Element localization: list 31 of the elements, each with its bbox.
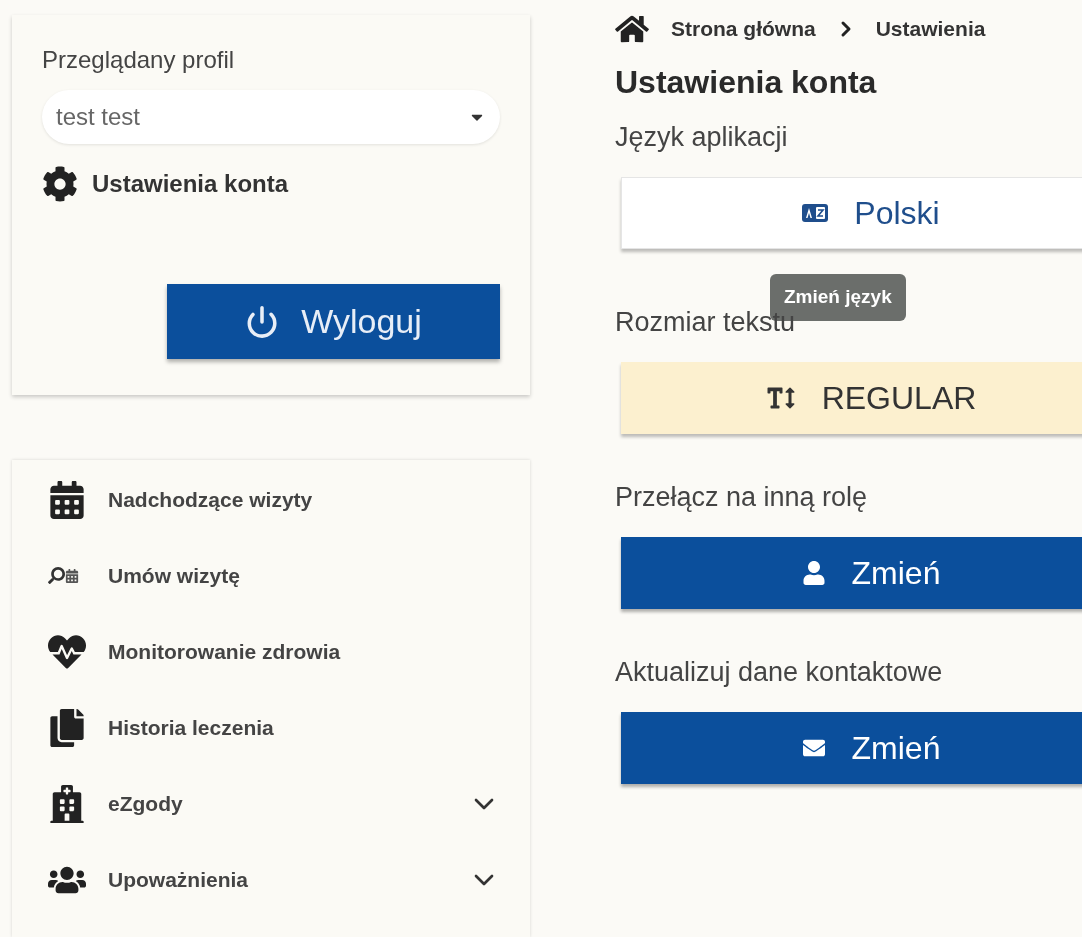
section-button[interactable]: Zmień: [621, 712, 1082, 784]
menu-item[interactable]: eZgody: [48, 779, 500, 828]
breadcrumb-link[interactable]: Strona główna: [671, 13, 816, 45]
breadcrumb-link[interactable]: Ustawienia: [875, 13, 986, 45]
profile-label: Przeglądany profil: [42, 45, 236, 75]
documents-icon: [48, 708, 86, 747]
settings-link[interactable]: Ustawienia konta: [42, 166, 500, 202]
menu-item[interactable]: Upoważnienia: [48, 855, 500, 904]
menu-item[interactable]: Monitorowanie zdrowia: [48, 627, 500, 676]
section-button[interactable]: Polski: [621, 177, 1082, 249]
section-button[interactable]: REGULAR: [621, 362, 1082, 434]
section-label: Język aplikacji: [615, 124, 789, 151]
calendar-icon: [48, 480, 86, 519]
hospital-icon: [48, 784, 86, 823]
settings-icon: [42, 166, 78, 202]
heartbeat-icon: [48, 632, 86, 671]
logout-button[interactable]: Wyloguj: [167, 284, 500, 359]
menu-item[interactable]: Nadchodzące wizyty: [48, 475, 500, 524]
user-icon: [801, 561, 826, 585]
home-icon: [615, 14, 649, 44]
section-label: Przełącz na inną rolę: [615, 484, 869, 511]
section-button[interactable]: Zmień: [621, 537, 1082, 609]
language-icon: [802, 204, 829, 222]
profile-select[interactable]: test test: [42, 90, 500, 144]
section-label: Aktualizuj dane kontaktowe: [615, 659, 944, 686]
text-height-icon: [765, 386, 796, 410]
page-title: Ustawienia konta: [615, 66, 878, 98]
power-icon: [245, 304, 280, 339]
envelope-icon: [801, 737, 826, 759]
menu-item[interactable]: Umów wizytę: [48, 551, 500, 600]
menu-item[interactable]: Historia leczenia: [48, 703, 500, 752]
